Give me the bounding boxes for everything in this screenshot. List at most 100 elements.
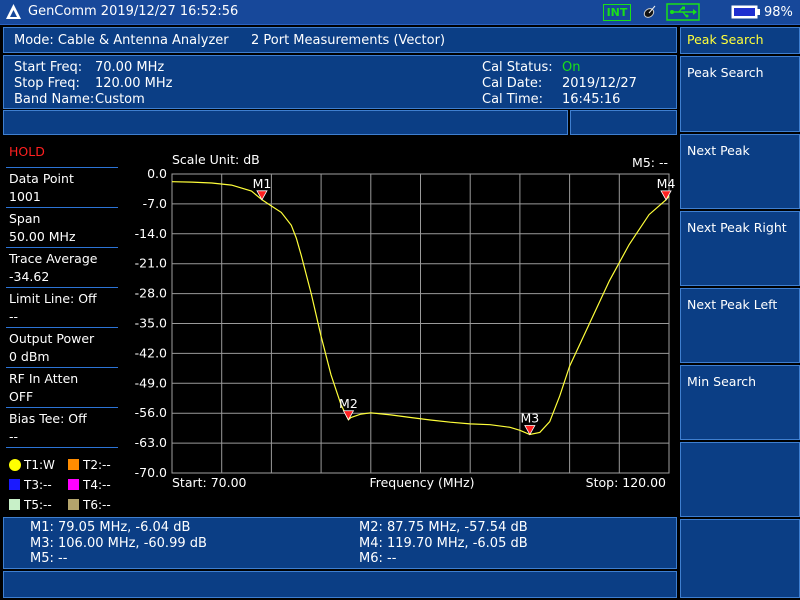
softkey-empty-7[interactable]	[680, 519, 800, 598]
softkey-menu-title: Peak Search	[680, 27, 800, 54]
window-title: GenComm 2019/12/27 16:52:56	[28, 4, 239, 19]
y-tick-label: -42.0	[135, 345, 167, 360]
usb-icon	[666, 3, 700, 21]
scale-unit-label: Scale Unit: dB	[172, 152, 260, 167]
bias-tee-label: Bias Tee: Off	[9, 411, 87, 426]
y-tick-label: -21.0	[135, 256, 167, 271]
y-tick-label: -28.0	[135, 286, 167, 301]
marker-m4[interactable]: M4	[657, 176, 676, 201]
t6-label: T6:--	[83, 498, 111, 512]
y-tick-label: 0.0	[147, 166, 167, 181]
y-tick-label: -63.0	[135, 435, 167, 450]
divider	[6, 207, 118, 208]
message-bar	[3, 110, 568, 135]
message-bar-aux	[570, 110, 677, 135]
chart-grid	[171, 173, 670, 474]
start-freq-label: Start Freq:	[14, 60, 83, 75]
marker-readout-panel: M1: 79.05 MHz, -6.04 dB M2: 87.75 MHz, -…	[3, 517, 677, 569]
y-tick-label: -7.0	[143, 196, 167, 211]
divider	[6, 407, 118, 408]
logo-icon	[6, 4, 21, 19]
trace-average-label: Trace Average	[9, 251, 98, 266]
band-name-value[interactable]: Custom	[95, 92, 145, 107]
start-freq-value[interactable]: 70.00 MHz	[95, 60, 164, 75]
divider	[6, 247, 118, 248]
rf-atten-value[interactable]: OFF	[9, 389, 33, 404]
marker-triangle	[660, 190, 672, 201]
y-tick-label: -35.0	[135, 316, 167, 331]
softkey-next-peak-right[interactable]: Next Peak Right	[680, 211, 800, 286]
y-tick-label: -14.0	[135, 226, 167, 241]
cal-time-label: Cal Time:	[482, 92, 543, 107]
y-tick-label: -70.0	[135, 465, 167, 480]
y-tick-label: -56.0	[135, 405, 167, 420]
mode-header: Mode: Cable & Antenna Analyzer 2 Port Me…	[3, 27, 677, 53]
cal-date-value: 2019/12/27	[562, 76, 637, 91]
bias-tee-value: --	[9, 429, 19, 444]
band-name-label: Band Name:	[14, 92, 95, 107]
limit-line-label: Limit Line: Off	[9, 291, 97, 306]
marker-m2-readout: M2: 87.75 MHz, -57.54 dB	[359, 520, 528, 535]
softkey-label: Next Peak Left	[687, 297, 778, 312]
softkey-label: Next Peak Right	[687, 220, 787, 235]
cal-date-label: Cal Date:	[482, 76, 543, 91]
t4-label: T4:--	[83, 478, 111, 492]
marker-m5-readout: M5: --	[30, 551, 68, 566]
marker-m4-readout: M4: 119.70 MHz, -6.05 dB	[359, 536, 528, 551]
span-value[interactable]: 50.00 MHz	[9, 229, 76, 244]
status-bar: GenComm 2019/12/27 16:52:56 INT 98%	[0, 0, 800, 25]
cal-time-value: 16:45:16	[562, 92, 621, 107]
t6-color-swatch	[68, 499, 79, 510]
softkey-peak-search[interactable]: Peak Search	[680, 56, 800, 132]
limit-line-value: --	[9, 309, 19, 324]
data-point-label: Data Point	[9, 171, 74, 186]
divider	[6, 447, 118, 448]
stop-freq-value[interactable]: 120.00 MHz	[95, 76, 172, 91]
trace-average-value: -34.62	[9, 269, 50, 284]
softkey-label: Min Search	[687, 374, 757, 389]
m5-readout: M5: --	[632, 155, 668, 170]
int-indicator: INT	[603, 4, 631, 21]
stop-freq-label: Stop Freq:	[14, 76, 80, 91]
marker-m3[interactable]: M3	[520, 411, 539, 436]
softkey-next-peak-left[interactable]: Next Peak Left	[680, 288, 800, 363]
parameter-panel: HOLD Data Point 1001 Span 50.00 MHz Trac…	[0, 138, 122, 518]
marker-triangle	[342, 410, 355, 421]
rf-atten-label: RF In Atten	[9, 371, 79, 386]
cal-status-label: Cal Status:	[482, 60, 553, 75]
softkey-label: Peak Search	[687, 65, 764, 80]
y-axis-ticks: 0.0 -7.0 -14.0 -21.0 -28.0 -35.0 -42.0 -49.0 -56…	[135, 166, 167, 480]
cal-status-value: On	[562, 60, 581, 75]
t2-color-swatch	[68, 459, 79, 470]
softkey-menu-title-label: Peak Search	[687, 32, 764, 47]
divider	[6, 367, 118, 368]
marker-group: M1 M2 M3 M4	[253, 176, 676, 436]
t1-color-swatch	[9, 459, 21, 471]
hold-indicator: HOLD	[9, 144, 45, 159]
trace-chart[interactable]: Scale Unit: dB M5: -- 0.0 -7.0 -14.0 -21.0 -…	[122, 138, 678, 518]
softkey-label: Next Peak	[687, 143, 750, 158]
battery-icon	[731, 5, 760, 19]
softkey-min-search[interactable]: Min Search	[680, 365, 800, 440]
x-axis-title: Frequency (MHz)	[369, 475, 474, 490]
softkey-next-peak[interactable]: Next Peak	[680, 134, 800, 209]
marker-triangle	[256, 190, 268, 201]
t4-color-swatch	[68, 479, 79, 490]
marker-m6-readout: M6: --	[359, 551, 397, 566]
t2-label: T2:--	[83, 458, 111, 472]
marker-m3-readout: M3: 106.00 MHz, -60.99 dB	[30, 536, 207, 551]
marker-m1[interactable]: M1	[253, 176, 272, 201]
data-point-value[interactable]: 1001	[9, 189, 41, 204]
marker-label: M3	[520, 411, 539, 426]
marker-m1-readout: M1: 79.05 MHz, -6.04 dB	[30, 520, 191, 535]
softkey-empty-6[interactable]	[680, 442, 800, 517]
start-frequency-label: Start: 70.00	[172, 475, 247, 490]
measurement-label: 2 Port Measurements (Vector)	[251, 33, 446, 48]
output-power-label: Output Power	[9, 331, 95, 346]
mode-label: Mode: Cable & Antenna Analyzer	[14, 33, 229, 48]
output-power-value[interactable]: 0 dBm	[9, 349, 50, 364]
divider	[6, 167, 118, 168]
divider	[6, 287, 118, 288]
satellite-icon	[643, 5, 656, 18]
t5-color-swatch	[9, 499, 20, 510]
